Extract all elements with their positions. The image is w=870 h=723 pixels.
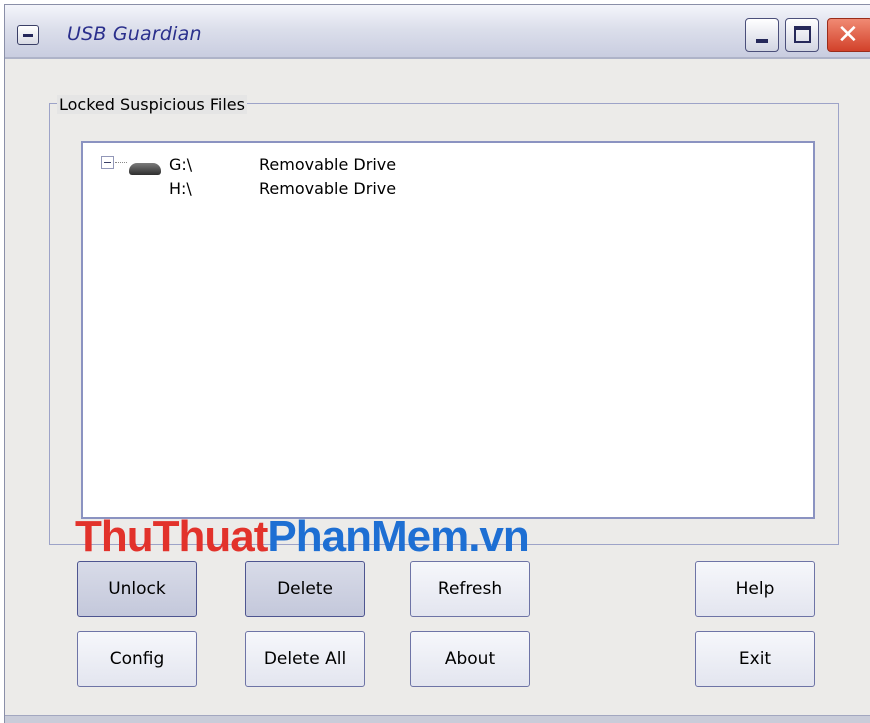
maximize-button[interactable] bbox=[785, 18, 819, 52]
maximize-icon bbox=[794, 26, 811, 43]
minimize-icon bbox=[756, 39, 768, 43]
window-title: USB Guardian bbox=[67, 23, 202, 45]
window-bottom-border bbox=[5, 715, 870, 723]
tree-connector bbox=[115, 162, 127, 163]
drive-icon bbox=[129, 163, 161, 175]
exit-button[interactable]: Exit bbox=[695, 631, 815, 687]
delete-all-button[interactable]: Delete All bbox=[245, 631, 365, 687]
watermark-part1: ThuThuat bbox=[75, 512, 268, 561]
watermark-part2: PhanMem.vn bbox=[267, 512, 529, 561]
delete-button[interactable]: Delete bbox=[245, 561, 365, 617]
close-button[interactable]: ✕ bbox=[827, 18, 870, 52]
tree-item-path-g[interactable]: G:\ bbox=[169, 155, 192, 174]
refresh-button[interactable]: Refresh bbox=[410, 561, 530, 617]
title-bar[interactable]: USB Guardian ✕ bbox=[5, 5, 870, 59]
help-button[interactable]: Help bbox=[695, 561, 815, 617]
minimize-button[interactable] bbox=[745, 18, 779, 52]
config-button[interactable]: Config bbox=[77, 631, 197, 687]
tree-item-path-h[interactable]: H:\ bbox=[169, 179, 192, 198]
close-icon: ✕ bbox=[837, 20, 859, 50]
tree-collapse-icon[interactable] bbox=[101, 156, 114, 169]
locked-files-group-label: Locked Suspicious Files bbox=[57, 95, 247, 114]
system-menu-icon[interactable] bbox=[17, 25, 39, 45]
locked-files-tree[interactable]: G:\ Removable Drive H:\ Removable Drive bbox=[81, 141, 815, 519]
app-window: USB Guardian ✕ Locked Suspicious Files G… bbox=[4, 4, 870, 723]
about-button[interactable]: About bbox=[410, 631, 530, 687]
tree-item-type-h: Removable Drive bbox=[259, 179, 397, 198]
unlock-button[interactable]: Unlock bbox=[77, 561, 197, 617]
tree-item-type-g: Removable Drive bbox=[259, 155, 397, 174]
watermark-logo: ThuThuatPhanMem.vn bbox=[75, 511, 530, 563]
